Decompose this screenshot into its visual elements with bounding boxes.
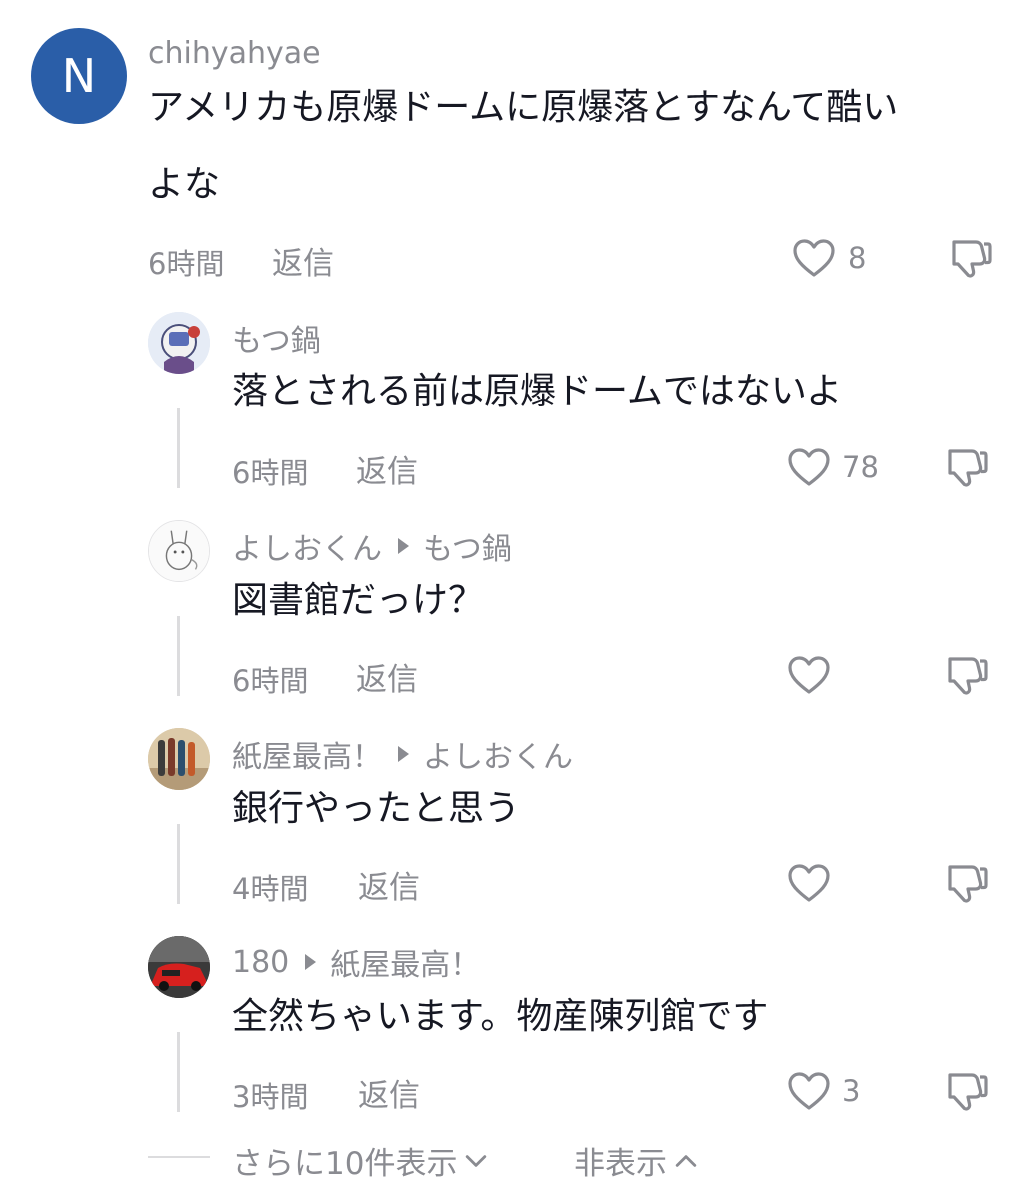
reply-arrow-icon — [398, 746, 409, 762]
heart-icon[interactable] — [792, 238, 836, 278]
thread-line — [177, 824, 180, 904]
heart-icon[interactable] — [787, 863, 831, 903]
username-text: 紙屋最高！ — [232, 740, 382, 775]
reply-button[interactable]: 返信 — [358, 1070, 420, 1115]
reply-text: 全然ちゃいます。物産陳列館です — [232, 996, 769, 1037]
heart-icon[interactable] — [787, 655, 831, 695]
reply-username[interactable]: 180 紙屋最高！ — [232, 940, 480, 984]
username-text: よしおくん — [232, 532, 382, 567]
comment-username[interactable]: chihyahyae — [148, 36, 321, 71]
reply-text: 落とされる前は原爆ドームではないよ — [232, 371, 843, 412]
reply-time: 3時間 — [232, 1080, 309, 1114]
heart-icon[interactable] — [787, 447, 831, 487]
reply-time: 6時間 — [232, 456, 309, 490]
comment-text-line-1: アメリカも原爆ドームに原爆落とすなんて酷い — [148, 87, 899, 128]
username-text: もつ鍋 — [232, 324, 321, 359]
reply-text: 銀行やったと思う — [232, 788, 521, 829]
chevron-down-icon — [465, 1154, 487, 1168]
reply-arrow-icon — [305, 954, 317, 970]
avatar-image — [148, 728, 210, 790]
avatar[interactable] — [148, 728, 210, 790]
hide-replies-button[interactable]: 非表示 — [574, 1138, 697, 1183]
username-text: chihyahyae — [148, 36, 321, 71]
dislike-icon[interactable] — [944, 1069, 990, 1115]
reply-to-username: よしおくん — [423, 740, 573, 775]
reply-button[interactable]: 返信 — [358, 862, 420, 907]
reply-text: 図書館だっけ？ — [232, 580, 485, 621]
divider — [148, 1156, 210, 1158]
dislike-icon[interactable] — [944, 445, 990, 491]
username-text: 180 — [232, 944, 290, 980]
avatar[interactable] — [148, 312, 210, 374]
thread-line — [177, 1032, 180, 1112]
reply-to-username: 紙屋最高！ — [330, 948, 481, 983]
reply-button[interactable]: 返信 — [272, 238, 334, 283]
avatar-letter: N — [61, 49, 97, 103]
heart-icon[interactable] — [787, 1071, 831, 1111]
reply-to-username: もつ鍋 — [423, 532, 512, 567]
like-count: 3 — [842, 1074, 861, 1108]
show-more-replies-button[interactable]: さらに10件表示 — [232, 1138, 487, 1183]
dislike-icon[interactable] — [944, 653, 990, 699]
like-count: 78 — [842, 450, 879, 484]
dislike-icon[interactable] — [948, 236, 994, 282]
reply-button[interactable]: 返信 — [356, 446, 418, 491]
reply-arrow-icon — [398, 538, 409, 554]
reply-time: 4時間 — [232, 872, 309, 906]
show-more-label: さらに10件表示 — [232, 1146, 458, 1182]
avatar[interactable]: N — [31, 28, 127, 124]
comment-text-line-2: よな — [148, 164, 221, 205]
reply-button[interactable]: 返信 — [356, 654, 418, 699]
thread-line — [177, 408, 180, 488]
reply-username[interactable]: 紙屋最高！ よしおくん — [232, 732, 573, 776]
avatar[interactable] — [148, 936, 210, 998]
like-count: 8 — [848, 241, 867, 275]
avatar-image — [148, 936, 210, 998]
hide-label: 非表示 — [574, 1146, 667, 1182]
comment-time: 6時間 — [148, 247, 225, 281]
avatar-image — [149, 521, 209, 581]
avatar[interactable] — [148, 520, 210, 582]
thread-line — [177, 616, 180, 696]
dislike-icon[interactable] — [944, 861, 990, 907]
reply-username[interactable]: もつ鍋 — [232, 316, 321, 360]
reply-time: 6時間 — [232, 664, 309, 698]
chevron-up-icon — [675, 1154, 697, 1168]
avatar-image — [148, 312, 210, 374]
reply-username[interactable]: よしおくん もつ鍋 — [232, 524, 512, 568]
